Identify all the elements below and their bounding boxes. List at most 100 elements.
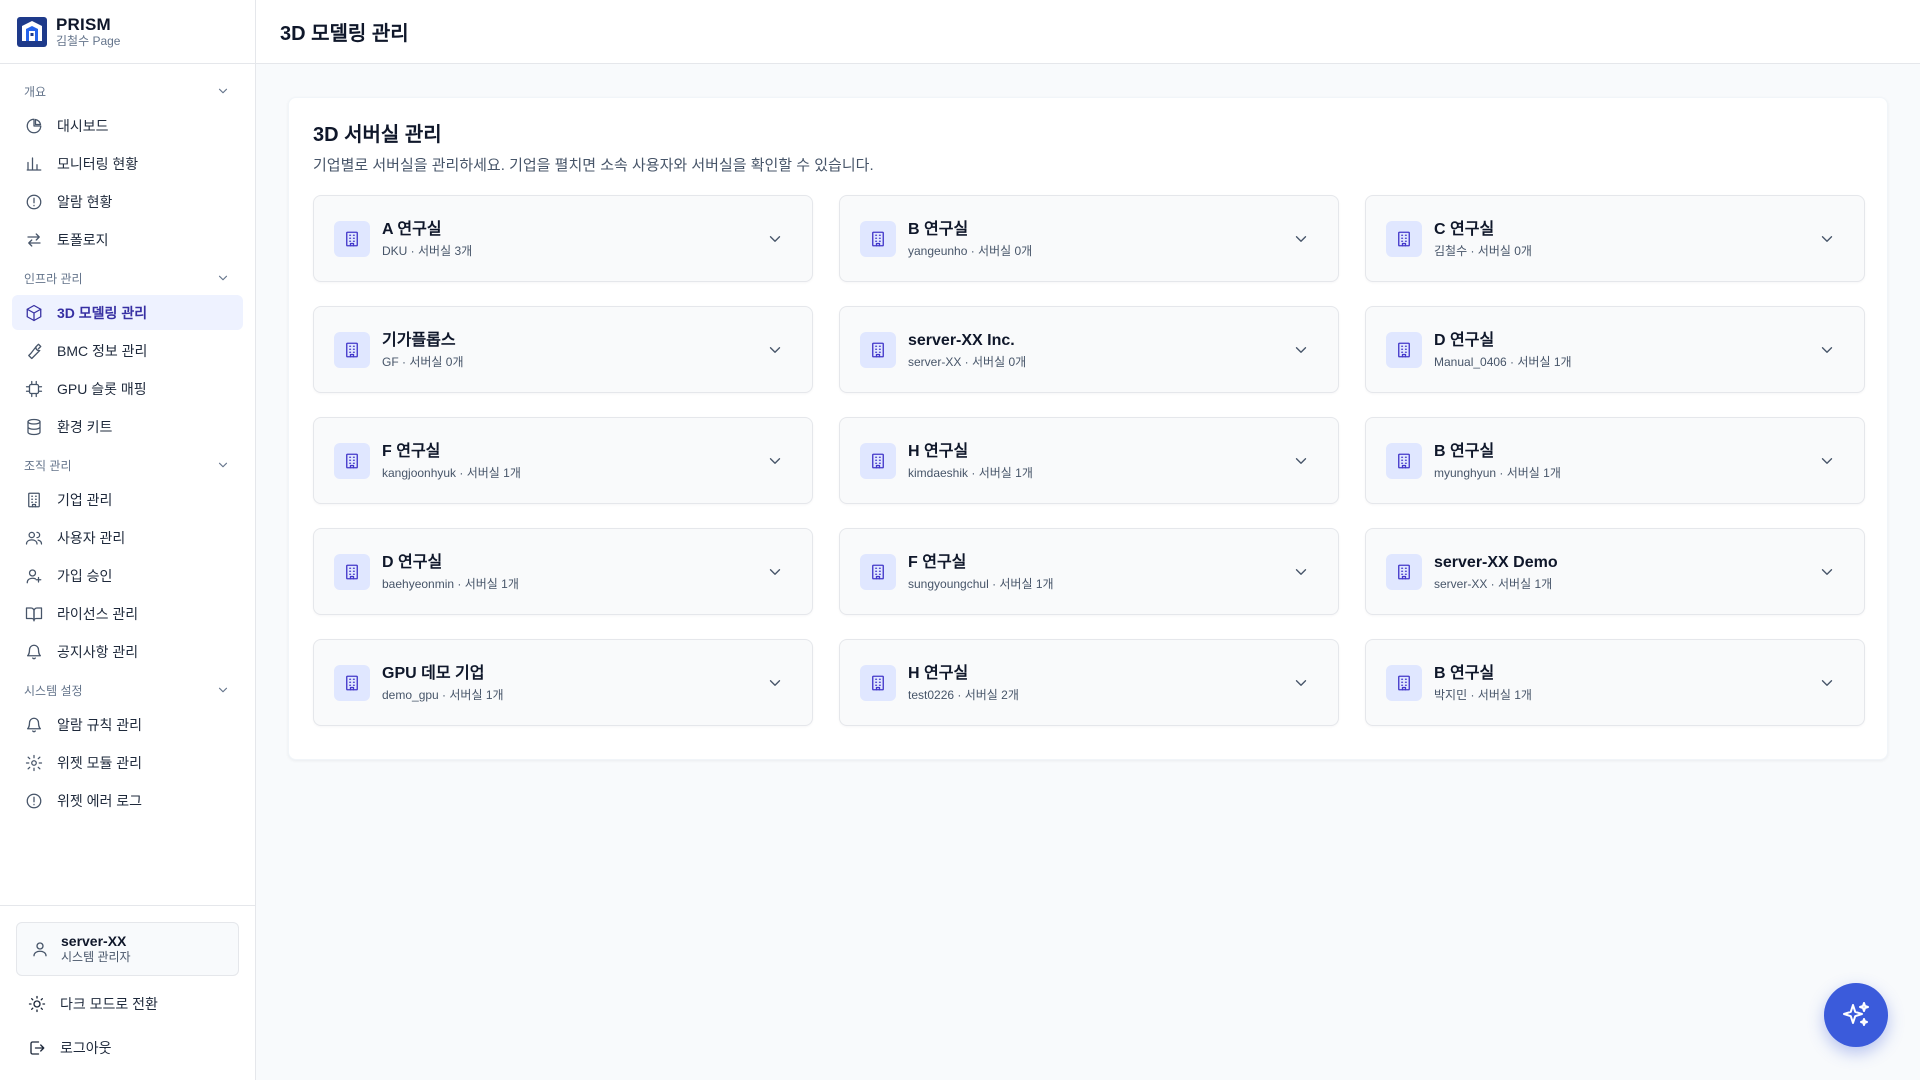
sidebar-item[interactable]: 대시보드 [12,108,243,143]
company-meta: test0226 · 서버실 2개 [908,687,1019,702]
company-card[interactable]: H 연구실 kimdaeshik · 서버실 1개 [839,417,1339,504]
company-meta: baehyeonmin · 서버실 1개 [382,576,519,591]
sidebar-item[interactable]: GPU 슬롯 매핑 [12,371,243,406]
company-icon-badge [1386,442,1422,479]
sidebar-item[interactable]: BMC 정보 관리 [12,333,243,368]
sidebar-item[interactable]: 사용자 관리 [12,520,243,555]
chevron-down-icon[interactable] [1292,452,1310,470]
chevron-down-icon[interactable] [1292,563,1310,581]
sidebar-item[interactable]: 3D 모델링 관리 [12,295,243,330]
chevron-down-icon[interactable] [766,230,784,248]
company-name: A 연구실 [382,220,442,238]
sidebar-item[interactable]: 알람 현황 [12,184,243,219]
sidebar-item[interactable]: 공지사항 관리 [12,634,243,669]
sidebar-item[interactable]: 기업 관리 [12,482,243,517]
prism-logo-icon [17,16,47,47]
user-card[interactable]: server-XX 시스템 관리자 [16,922,239,976]
sidebar-item-label: 위젯 모듈 관리 [57,754,143,771]
company-name: D 연구실 [1434,331,1495,349]
company-meta: kangjoonhyuk · 서버실 1개 [382,465,521,480]
logout-label: 로그아웃 [60,1040,112,1056]
sidebar-item[interactable]: 환경 키트 [12,409,243,444]
company-card[interactable]: server-XX Inc. server-XX · 서버실 0개 [839,306,1339,393]
company-meta: sungyoungchul · 서버실 1개 [908,576,1054,591]
nav-section-label: 개요 [24,84,47,99]
company-card[interactable]: D 연구실 Manual_0406 · 서버실 1개 [1365,306,1865,393]
chevron-down-icon[interactable] [1818,230,1836,248]
sidebar-item[interactable]: 알람 규칙 관리 [12,707,243,742]
company-icon-badge [1386,664,1422,701]
company-meta: server-XX · 서버실 1개 [1434,576,1553,591]
bar-chart-icon [26,156,42,171]
sidebar-item[interactable]: 라이선스 관리 [12,596,243,631]
sidebar-item[interactable]: 모니터링 현황 [12,146,243,181]
chevron-down-icon[interactable] [766,563,784,581]
chevron-down-icon[interactable] [1292,674,1310,692]
company-name: H 연구실 [908,664,969,682]
company-name: server-XX Demo [1434,553,1558,571]
user-plus-icon [26,568,42,583]
company-card[interactable]: 기가플롭스 GF · 서버실 0개 [313,306,813,393]
sidebar-item[interactable]: 위젯 모듈 관리 [12,745,243,780]
page-title: 3D 모델링 관리 [280,23,409,45]
company-name: B 연구실 [908,220,969,238]
ai-assistant-button[interactable] [1824,983,1888,1047]
chevron-down-icon[interactable] [1818,452,1836,470]
company-meta: GF · 서버실 0개 [382,354,464,369]
company-meta: myunghyun · 서버실 1개 [1434,465,1561,480]
company-icon-badge [1386,220,1422,257]
dark-mode-toggle-button[interactable]: 다크 모드로 전환 [16,984,239,1024]
sidebar-item[interactable]: 위젯 에러 로그 [12,783,243,818]
chevron-down-icon[interactable] [766,341,784,359]
company-meta: kimdaeshik · 서버실 1개 [908,465,1033,480]
company-icon-badge [860,331,896,368]
logout-button[interactable]: 로그아웃 [16,1028,239,1068]
chevron-down-icon[interactable] [1818,674,1836,692]
nav-section-label: 인프라 관리 [24,271,83,286]
nav-section-header[interactable]: 개요 [0,74,255,108]
company-name: F 연구실 [908,553,967,571]
pie-chart-icon [26,118,42,133]
sidebar-item-label: 가입 승인 [57,567,113,584]
company-card[interactable]: D 연구실 baehyeonmin · 서버실 1개 [313,528,813,615]
chevron-down-icon[interactable] [1292,341,1310,359]
nav-section-header[interactable]: 인프라 관리 [0,261,255,295]
company-card[interactable]: B 연구실 yangeunho · 서버실 0개 [839,195,1339,282]
company-card[interactable]: F 연구실 sungyoungchul · 서버실 1개 [839,528,1339,615]
chevron-down-icon[interactable] [766,674,784,692]
brand-subtitle: 김철수 Page [56,33,121,48]
nav-section-header[interactable]: 조직 관리 [0,448,255,482]
company-name: H 연구실 [908,442,969,460]
book-icon [25,606,43,621]
sidebar-item[interactable]: 가입 승인 [12,558,243,593]
sidebar-item-label: 토폴로지 [57,231,109,248]
company-card[interactable]: server-XX Demo server-XX · 서버실 1개 [1365,528,1865,615]
company-meta: server-XX · 서버실 0개 [908,354,1027,369]
user-role: 시스템 관리자 [61,950,131,964]
building-icon [872,675,884,690]
company-name: B 연구실 [1434,664,1495,682]
nav-section-header[interactable]: 시스템 설정 [0,673,255,707]
database-icon [27,418,41,435]
company-card[interactable]: GPU 데모 기업 demo_gpu · 서버실 1개 [313,639,813,726]
sidebar-item[interactable]: 토폴로지 [12,222,243,257]
alert-circle-icon [26,793,42,808]
brand[interactable]: PRISM 김철수 Page [0,0,255,64]
chevron-down-icon[interactable] [1818,341,1836,359]
chevron-down-icon[interactable] [766,452,784,470]
company-card[interactable]: B 연구실 박지민 · 서버실 1개 [1365,639,1865,726]
company-icon-badge [860,220,896,257]
chevron-down-icon[interactable] [1818,563,1836,581]
company-card[interactable]: B 연구실 myunghyun · 서버실 1개 [1365,417,1865,504]
company-card[interactable]: A 연구실 DKU · 서버실 3개 [313,195,813,282]
sidebar-item-label: 알람 규칙 관리 [57,716,143,733]
company-icon-badge [860,553,896,590]
chevron-down-icon[interactable] [1292,230,1310,248]
sidebar-nav: 개요 대시보드 모니터링 현황 알람 현황 토폴로지 인프라 관리 3D 모델링… [0,64,255,818]
company-card[interactable]: C 연구실 김철수 · 서버실 0개 [1365,195,1865,282]
company-card[interactable]: F 연구실 kangjoonhyuk · 서버실 1개 [313,417,813,504]
company-card[interactable]: H 연구실 test0226 · 서버실 2개 [839,639,1339,726]
sparkles-icon [1843,1002,1869,1026]
building-icon [28,492,40,507]
arrows-icon [27,232,41,247]
